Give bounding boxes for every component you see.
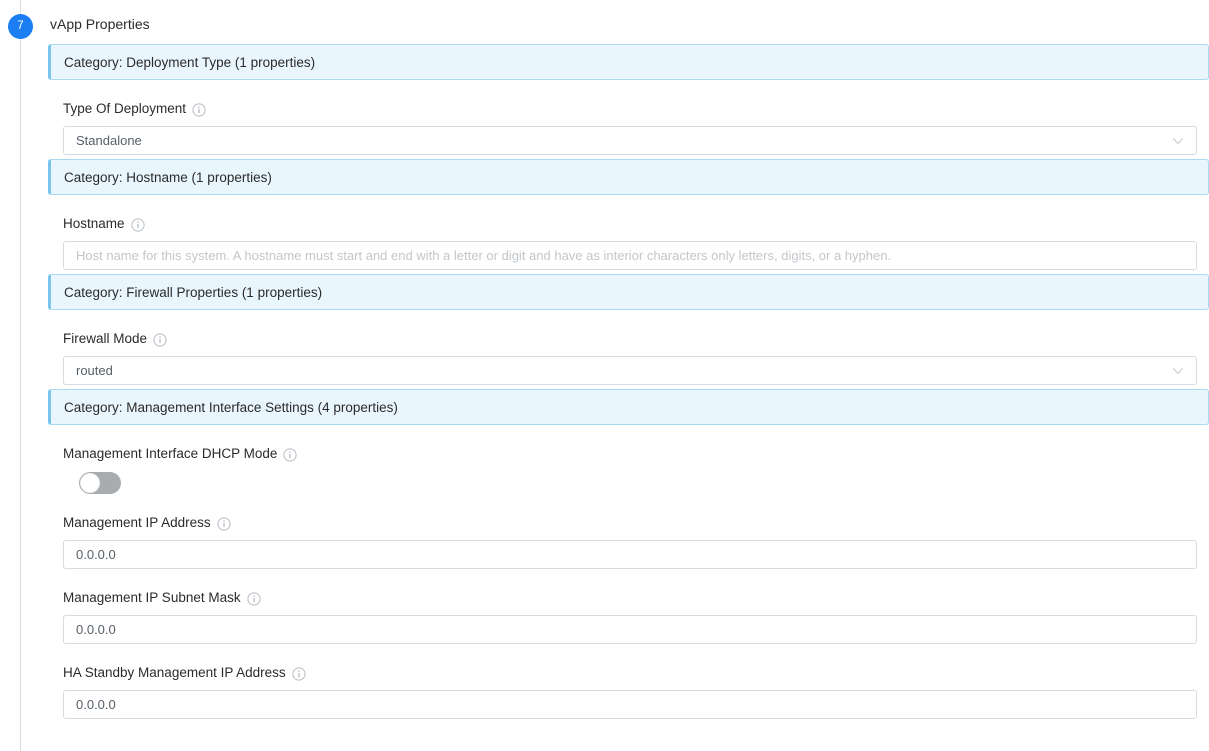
property-row: Management IP Subnet Mask 0.0.0.0 — [48, 569, 1209, 644]
field-value: 0.0.0.0 — [76, 622, 116, 637]
property-label-row: Hostname — [63, 195, 1197, 241]
category-banner: Category: Hostname (1 properties) — [48, 159, 1209, 195]
info-circle-icon[interactable] — [192, 103, 206, 117]
property-row: Firewall Mode routed — [48, 310, 1209, 385]
chevron-down-icon — [1171, 364, 1185, 378]
field-value: 0.0.0.0 — [76, 697, 116, 712]
info-circle-icon[interactable] — [131, 218, 145, 232]
property-input[interactable]: 0.0.0.0 — [63, 690, 1197, 719]
field-value: Standalone — [76, 133, 142, 148]
category-banner: Category: Firewall Properties (1 propert… — [48, 274, 1209, 310]
info-circle-icon[interactable] — [283, 448, 297, 462]
property-input[interactable]: 0.0.0.0 — [63, 615, 1197, 644]
property-row: Management IP Address 0.0.0.0 — [48, 494, 1209, 569]
property-row: Management Interface DHCP Mode — [48, 425, 1209, 494]
toggle-knob — [80, 473, 100, 493]
page-title: vApp Properties — [48, 0, 1209, 40]
property-label-row: Management Interface DHCP Mode — [63, 425, 1197, 471]
property-label-row: Management IP Subnet Mask — [63, 569, 1197, 615]
info-circle-icon[interactable] — [153, 333, 167, 347]
field-value: 0.0.0.0 — [76, 547, 116, 562]
property-label-row: HA Standby Management IP Address — [63, 644, 1197, 690]
property-label: Firewall Mode — [63, 331, 147, 347]
property-label: Management IP Subnet Mask — [63, 590, 241, 606]
property-input[interactable]: 0.0.0.0 — [63, 540, 1197, 569]
property-select[interactable]: Standalone — [63, 126, 1197, 155]
stepper-rail — [20, 0, 21, 751]
info-circle-icon[interactable] — [217, 517, 231, 531]
info-circle-icon[interactable] — [292, 667, 306, 681]
field-placeholder: Host name for this system. A hostname mu… — [76, 248, 891, 263]
property-label: Hostname — [63, 216, 125, 232]
property-label: Management IP Address — [63, 515, 211, 531]
category-banner: Category: Management Interface Settings … — [48, 389, 1209, 425]
vapp-properties-content: vApp Properties Category: Deployment Typ… — [48, 0, 1209, 719]
chevron-down-icon — [1171, 134, 1185, 148]
property-label: Type Of Deployment — [63, 101, 186, 117]
property-row: Type Of Deployment Standalone — [48, 80, 1209, 155]
property-label: Management Interface DHCP Mode — [63, 446, 277, 462]
property-input[interactable]: Host name for this system. A hostname mu… — [63, 241, 1197, 270]
info-circle-icon[interactable] — [247, 592, 261, 606]
field-value: routed — [76, 363, 113, 378]
toggle-wrapper — [63, 472, 1197, 494]
vapp-properties-page: 7 vApp Properties Category: Deployment T… — [0, 0, 1209, 751]
dhcp-mode-toggle[interactable] — [79, 472, 121, 494]
property-row: HA Standby Management IP Address 0.0.0.0 — [48, 644, 1209, 719]
property-label: HA Standby Management IP Address — [63, 665, 286, 681]
property-select[interactable]: routed — [63, 356, 1197, 385]
property-label-row: Type Of Deployment — [63, 80, 1197, 126]
property-row: Hostname Host name for this system. A hos… — [48, 195, 1209, 270]
property-label-row: Firewall Mode — [63, 310, 1197, 356]
property-label-row: Management IP Address — [63, 494, 1197, 540]
step-number-badge[interactable]: 7 — [8, 14, 33, 39]
category-list: Category: Deployment Type (1 properties)… — [48, 44, 1209, 719]
category-banner: Category: Deployment Type (1 properties) — [48, 44, 1209, 80]
